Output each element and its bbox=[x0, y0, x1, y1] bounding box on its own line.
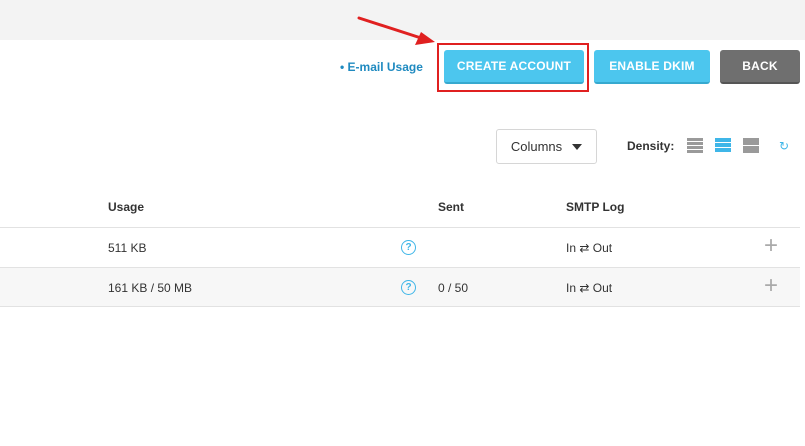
enable-dkim-button[interactable]: ENABLE DKIM bbox=[594, 50, 710, 84]
columns-label: Columns bbox=[510, 139, 563, 154]
help-icon[interactable]: ? bbox=[401, 280, 416, 295]
help-icon[interactable]: ? bbox=[401, 240, 416, 255]
sent-cell: 0 / 50 bbox=[438, 281, 469, 295]
usage-cell: 511 KB bbox=[108, 241, 147, 255]
expand-row-icon[interactable]: + bbox=[764, 234, 778, 258]
columns-dropdown[interactable]: Columns bbox=[496, 129, 597, 164]
column-header-smtp-log[interactable]: SMTP Log bbox=[566, 200, 624, 214]
density-label: Density: bbox=[627, 139, 675, 153]
usage-cell: 161 KB / 50 MB bbox=[108, 281, 193, 295]
column-header-sent[interactable]: Sent bbox=[438, 200, 464, 214]
table-row: 161 KB / 50 MB ? 0 / 50 In ⇄ Out + bbox=[0, 267, 800, 307]
density-medium-icon[interactable] bbox=[715, 138, 731, 154]
create-account-button[interactable]: CREATE ACCOUNT bbox=[444, 50, 584, 84]
annotation-arrow-icon bbox=[357, 16, 435, 45]
density-compact-icon[interactable] bbox=[687, 138, 703, 154]
email-usage-link[interactable]: • E-mail Usage bbox=[340, 60, 423, 74]
smtp-log-cell[interactable]: In ⇄ Out bbox=[566, 281, 612, 295]
refresh-icon[interactable]: ↻ bbox=[779, 139, 789, 153]
page: • E-mail Usage CREATE ACCOUNT ENABLE DKI… bbox=[0, 0, 805, 446]
column-header-usage[interactable]: Usage bbox=[108, 200, 144, 214]
smtp-log-cell[interactable]: In ⇄ Out bbox=[566, 241, 612, 255]
density-comfortable-icon[interactable] bbox=[743, 138, 759, 154]
table-row: 511 KB ? In ⇄ Out + bbox=[0, 227, 800, 267]
back-button[interactable]: BACK bbox=[720, 50, 800, 84]
expand-row-icon[interactable]: + bbox=[764, 274, 778, 298]
caret-down-icon bbox=[572, 143, 583, 150]
